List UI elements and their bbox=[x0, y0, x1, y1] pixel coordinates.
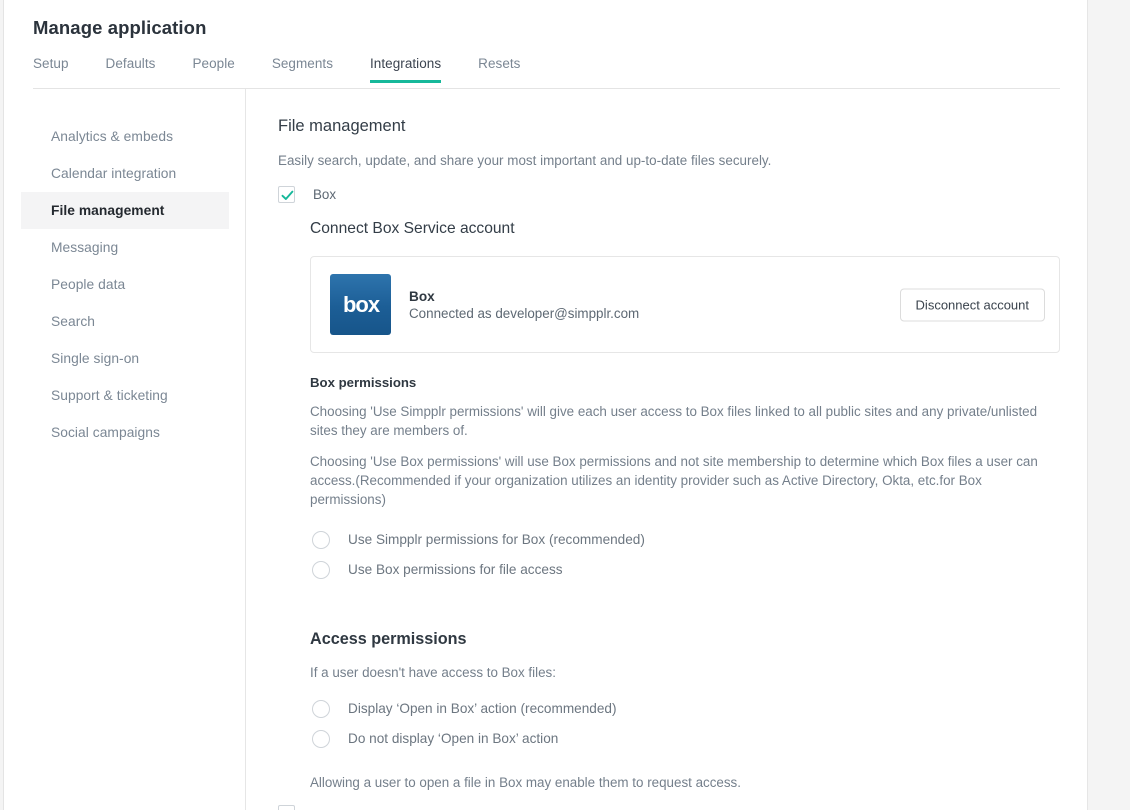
box-toggle-row: Box bbox=[278, 184, 1061, 204]
radio-box-permissions[interactable] bbox=[312, 560, 330, 579]
svg-text:box: box bbox=[342, 292, 380, 317]
box-wordmark-icon: box bbox=[342, 292, 381, 317]
next-integration-checkbox[interactable] bbox=[278, 805, 295, 810]
sidebar-item-calendar-integration[interactable]: Calendar integration bbox=[21, 155, 229, 192]
box-connection-meta: Box Connected as developer@simpplr.com bbox=[409, 289, 639, 321]
radio-simpplr-permissions[interactable] bbox=[312, 530, 330, 549]
page-card: Manage application Setup Defaults People… bbox=[3, 0, 1088, 810]
disconnect-account-button[interactable]: Disconnect account bbox=[899, 288, 1045, 321]
sidebar-item-people-data[interactable]: People data bbox=[21, 266, 229, 303]
settings-sidebar: Analytics & embeds Calendar integration … bbox=[4, 89, 242, 810]
box-connection-card: box Box Connected as developer@simpplr.c… bbox=[310, 256, 1060, 353]
box-permissions-radio-group: Use Simpplr permissions for Box (recomme… bbox=[310, 525, 1061, 584]
radio-simpplr-permissions-label: Use Simpplr permissions for Box (recomme… bbox=[348, 532, 645, 547]
box-enable-label: Box bbox=[313, 186, 337, 202]
box-connection-status: Connected as developer@simpplr.com bbox=[409, 305, 640, 321]
section-title: File management bbox=[278, 117, 406, 135]
box-settings-group: Connect Box Service account box Box Conn… bbox=[278, 220, 1061, 790]
box-logo-icon: box bbox=[330, 274, 391, 335]
sidebar-item-search[interactable]: Search bbox=[21, 303, 229, 340]
access-permissions-radio-group: Display ‘Open in Box’ action (recommende… bbox=[310, 694, 1061, 753]
radio-display-open-in-box[interactable] bbox=[312, 699, 330, 718]
sidebar-item-analytics-embeds[interactable]: Analytics & embeds bbox=[21, 118, 229, 155]
app-root: Manage application Setup Defaults People… bbox=[0, 0, 1130, 810]
sidebar-item-messaging[interactable]: Messaging bbox=[21, 229, 229, 266]
access-permissions-intro: If a user doesn't have access to Box fil… bbox=[310, 665, 556, 680]
box-permissions-option-simpplr[interactable]: Use Simpplr permissions for Box (recomme… bbox=[310, 525, 1061, 554]
radio-box-permissions-label: Use Box permissions for file access bbox=[348, 562, 563, 577]
box-permissions-option-box[interactable]: Use Box permissions for file access bbox=[310, 555, 1061, 584]
box-connection-name: Box bbox=[409, 288, 435, 304]
access-option-display-open-in-box[interactable]: Display ‘Open in Box’ action (recommende… bbox=[310, 694, 1061, 723]
box-permissions-paragraph-2: Choosing 'Use Box permissions' will use … bbox=[310, 454, 1038, 507]
sidebar-item-support-ticketing[interactable]: Support & ticketing bbox=[21, 377, 229, 414]
radio-hide-open-in-box[interactable] bbox=[312, 729, 330, 748]
tab-integrations[interactable]: Integrations bbox=[370, 56, 442, 83]
sidebar-item-single-sign-on[interactable]: Single sign-on bbox=[21, 340, 229, 377]
content-panel: File management Easily search, update, a… bbox=[246, 89, 1087, 810]
access-permissions-heading: Access permissions bbox=[310, 630, 467, 648]
tab-segments[interactable]: Segments bbox=[272, 56, 333, 83]
sidebar-item-social-campaigns[interactable]: Social campaigns bbox=[21, 414, 229, 451]
tab-bar: Setup Defaults People Segments Integrati… bbox=[33, 56, 520, 88]
radio-hide-open-in-box-label: Do not display ‘Open in Box’ action bbox=[348, 731, 559, 746]
tab-people[interactable]: People bbox=[192, 56, 234, 83]
access-option-hide-open-in-box[interactable]: Do not display ‘Open in Box’ action bbox=[310, 724, 1061, 753]
access-permissions-note: Allowing a user to open a file in Box ma… bbox=[310, 775, 741, 790]
tab-defaults[interactable]: Defaults bbox=[106, 56, 156, 83]
page-title: Manage application bbox=[33, 17, 207, 38]
tab-resets[interactable]: Resets bbox=[478, 56, 520, 83]
checkmark-icon bbox=[281, 190, 294, 200]
sidebar-item-file-management[interactable]: File management bbox=[21, 192, 229, 229]
radio-display-open-in-box-label: Display ‘Open in Box’ action (recommende… bbox=[348, 701, 617, 716]
section-subtitle: Easily search, update, and share your mo… bbox=[278, 153, 772, 168]
box-enable-checkbox[interactable] bbox=[278, 185, 295, 203]
box-permissions-heading: Box permissions bbox=[310, 375, 417, 390]
box-permissions-paragraph-1: Choosing 'Use Simpplr permissions' will … bbox=[310, 404, 1038, 438]
tab-setup[interactable]: Setup bbox=[33, 56, 69, 83]
connect-account-heading: Connect Box Service account bbox=[310, 220, 515, 237]
